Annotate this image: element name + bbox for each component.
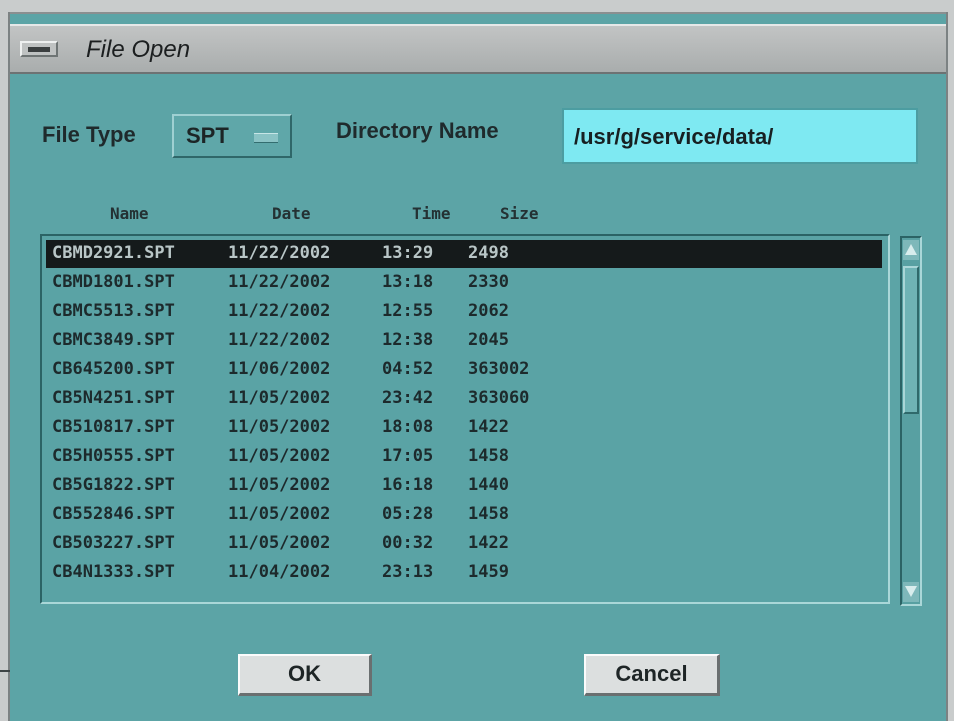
directory-name-input[interactable]: /usr/g/service/data/ [562, 108, 918, 164]
file-row[interactable]: CB5N4251.SPT 11/05/2002 23:42 363060 [46, 385, 882, 413]
screen: File Open File Type SPT Directory Name /… [0, 0, 954, 721]
scrollbar-thumb[interactable] [903, 266, 919, 414]
column-header-size: Size [500, 204, 539, 223]
file-time: 13:29 [382, 243, 434, 263]
file-row[interactable]: CB4N1333.SPT 11/04/2002 23:13 1459 [46, 559, 882, 587]
file-name: CB503227.SPT [52, 533, 175, 553]
column-header-time: Time [412, 204, 451, 223]
arrow-down-icon[interactable] [903, 582, 919, 602]
file-size: 1459 [468, 562, 509, 582]
cancel-button[interactable]: Cancel [584, 654, 720, 696]
file-name: CBMD1801.SPT [52, 272, 175, 292]
file-date: 11/05/2002 [228, 475, 331, 495]
option-menu-indicator-icon [254, 133, 278, 143]
file-size: 1422 [468, 533, 509, 553]
file-row[interactable]: CB503227.SPT 11/05/2002 00:32 1422 [46, 530, 882, 558]
file-size: 363060 [468, 388, 530, 408]
file-date: 11/05/2002 [228, 417, 331, 437]
file-name: CBMC5513.SPT [52, 301, 175, 321]
file-name: CB510817.SPT [52, 417, 175, 437]
file-date: 11/22/2002 [228, 301, 331, 321]
file-name: CBMD2921.SPT [52, 243, 175, 263]
file-date: 11/22/2002 [228, 272, 331, 292]
file-date: 11/05/2002 [228, 446, 331, 466]
file-date: 11/05/2002 [228, 533, 331, 553]
file-size: 2062 [468, 301, 509, 321]
arrow-up-icon[interactable] [903, 240, 919, 260]
file-type-option-menu[interactable]: SPT [172, 114, 292, 158]
file-time: 13:18 [382, 272, 434, 292]
window-menu-bar-glyph [28, 47, 50, 52]
file-time: 16:18 [382, 475, 434, 495]
file-time: 17:05 [382, 446, 434, 466]
left-edge-mark [0, 670, 10, 672]
file-time: 05:28 [382, 504, 434, 524]
directory-name-label: Directory Name [336, 118, 499, 143]
file-size: 2498 [468, 243, 509, 263]
file-date: 11/06/2002 [228, 359, 331, 379]
file-open-dialog: File Open File Type SPT Directory Name /… [10, 14, 946, 721]
file-time: 00:32 [382, 533, 434, 553]
file-name: CB645200.SPT [52, 359, 175, 379]
file-row[interactable]: CB552846.SPT 11/05/2002 05:28 1458 [46, 501, 882, 529]
file-row[interactable]: CB5G1822.SPT 11/05/2002 16:18 1440 [46, 472, 882, 500]
file-name: CB5H0555.SPT [52, 446, 175, 466]
file-list-scrollbar[interactable] [900, 236, 922, 606]
column-header-date: Date [272, 204, 311, 223]
file-row[interactable]: CBMD1801.SPT 11/22/2002 13:18 2330 [46, 269, 882, 297]
file-size: 2045 [468, 330, 509, 350]
file-size: 1440 [468, 475, 509, 495]
file-date: 11/22/2002 [228, 243, 331, 263]
file-date: 11/05/2002 [228, 504, 331, 524]
file-row[interactable]: CBMC3849.SPT 11/22/2002 12:38 2045 [46, 327, 882, 355]
file-time: 23:42 [382, 388, 434, 408]
left-border [0, 12, 10, 721]
file-size: 1458 [468, 446, 509, 466]
file-list[interactable]: CBMD2921.SPT 11/22/2002 13:29 2498 CBMD1… [40, 234, 890, 604]
file-row[interactable]: CB510817.SPT 11/05/2002 18:08 1422 [46, 414, 882, 442]
file-name: CB5G1822.SPT [52, 475, 175, 495]
file-row[interactable]: CB645200.SPT 11/06/2002 04:52 363002 [46, 356, 882, 384]
right-border [946, 12, 954, 721]
ok-button[interactable]: OK [238, 654, 372, 696]
file-name: CB552846.SPT [52, 504, 175, 524]
file-name: CB5N4251.SPT [52, 388, 175, 408]
file-row[interactable]: CB5H0555.SPT 11/05/2002 17:05 1458 [46, 443, 882, 471]
file-date: 11/22/2002 [228, 330, 331, 350]
file-type-value: SPT [186, 123, 229, 148]
file-size: 2330 [468, 272, 509, 292]
title-bar[interactable]: File Open [10, 24, 946, 74]
file-time: 12:38 [382, 330, 434, 350]
file-date: 11/04/2002 [228, 562, 331, 582]
file-name: CBMC3849.SPT [52, 330, 175, 350]
file-row[interactable]: CBMD2921.SPT 11/22/2002 13:29 2498 [46, 240, 882, 268]
file-size: 1458 [468, 504, 509, 524]
file-name: CB4N1333.SPT [52, 562, 175, 582]
file-time: 18:08 [382, 417, 434, 437]
file-row[interactable]: CBMC5513.SPT 11/22/2002 12:55 2062 [46, 298, 882, 326]
file-time: 12:55 [382, 301, 434, 321]
window-menu-icon[interactable] [20, 41, 58, 57]
window-title: File Open [86, 36, 191, 63]
file-size: 363002 [468, 359, 530, 379]
file-time: 23:13 [382, 562, 434, 582]
file-type-label: File Type [42, 122, 136, 147]
file-date: 11/05/2002 [228, 388, 331, 408]
column-header-name: Name [110, 204, 149, 223]
top-border [0, 0, 954, 14]
file-size: 1422 [468, 417, 509, 437]
file-time: 04:52 [382, 359, 434, 379]
